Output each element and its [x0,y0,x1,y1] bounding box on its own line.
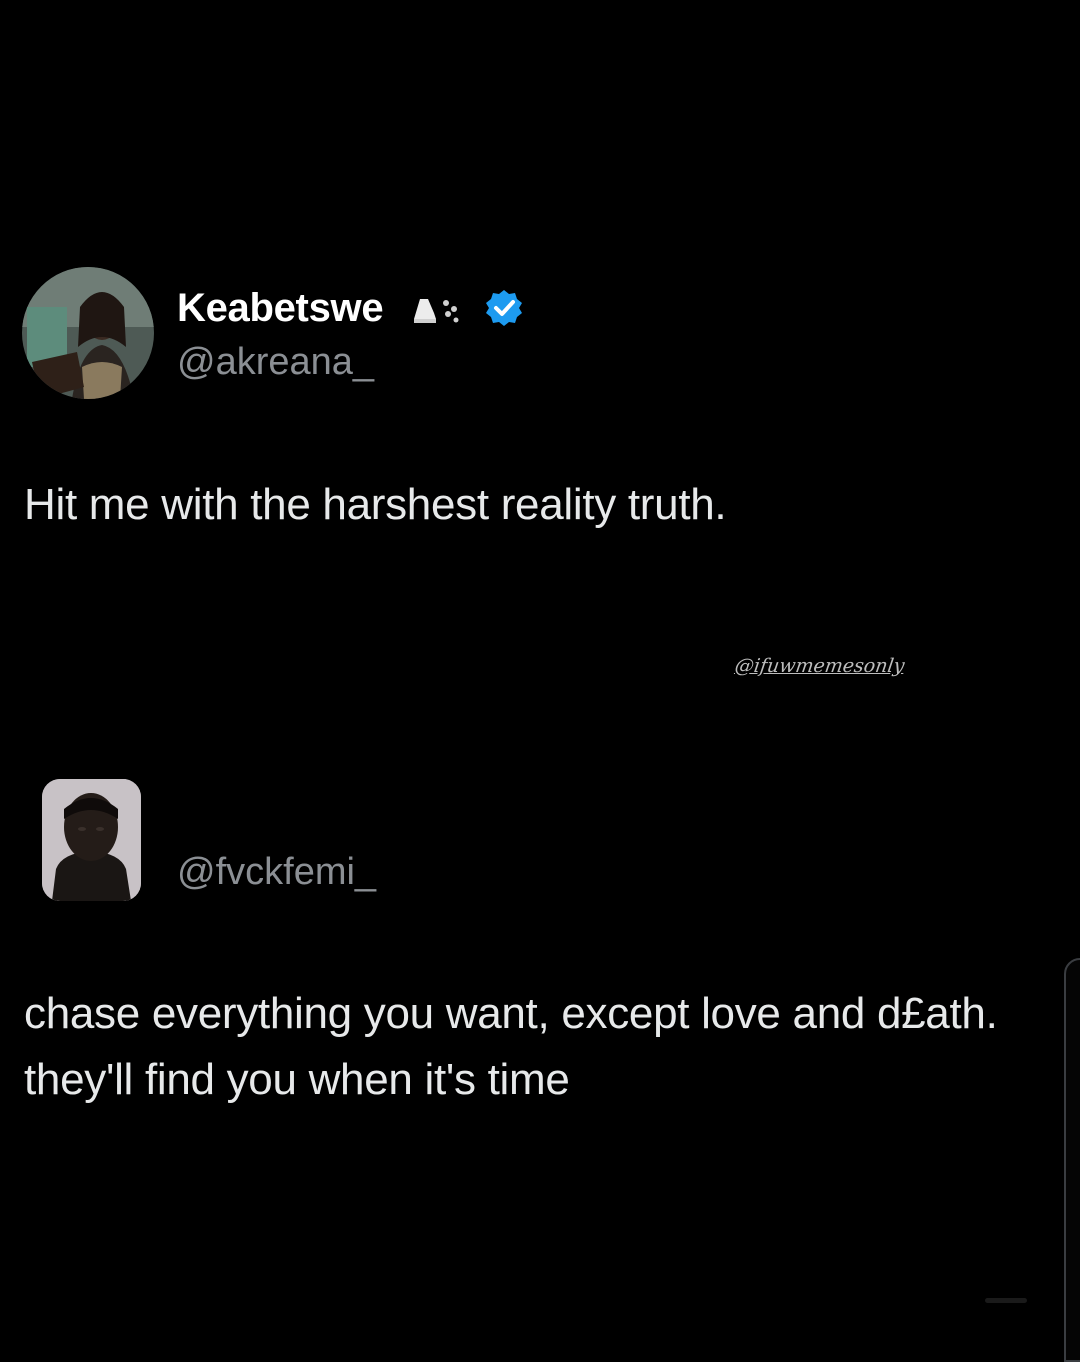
avatar-keabetswe[interactable] [22,267,154,399]
reply-author-handle[interactable]: @fvckfemi_ [177,851,376,894]
watermark: @ifuwmemesonly [733,655,906,677]
display-name[interactable]: Keabetswe [177,286,384,331]
verified-badge-icon [484,288,524,328]
side-panel-edge [1064,958,1080,1362]
running-shoe-dash-emoji [410,289,464,329]
avatar-keabetswe-image [22,267,154,399]
avatar-fvckfemi[interactable] [42,779,141,901]
author-handle[interactable]: @akreana_ [177,341,374,384]
avatar-fvckfemi-image [42,779,141,901]
reply-text: chase everything you want, except love a… [24,989,998,1104]
home-indicator [985,1298,1027,1303]
post-text: Hit me with the harshest reality truth. [24,480,727,529]
original-post: Keabetswe @akreana_ Hit me with the hars… [0,0,1080,600]
